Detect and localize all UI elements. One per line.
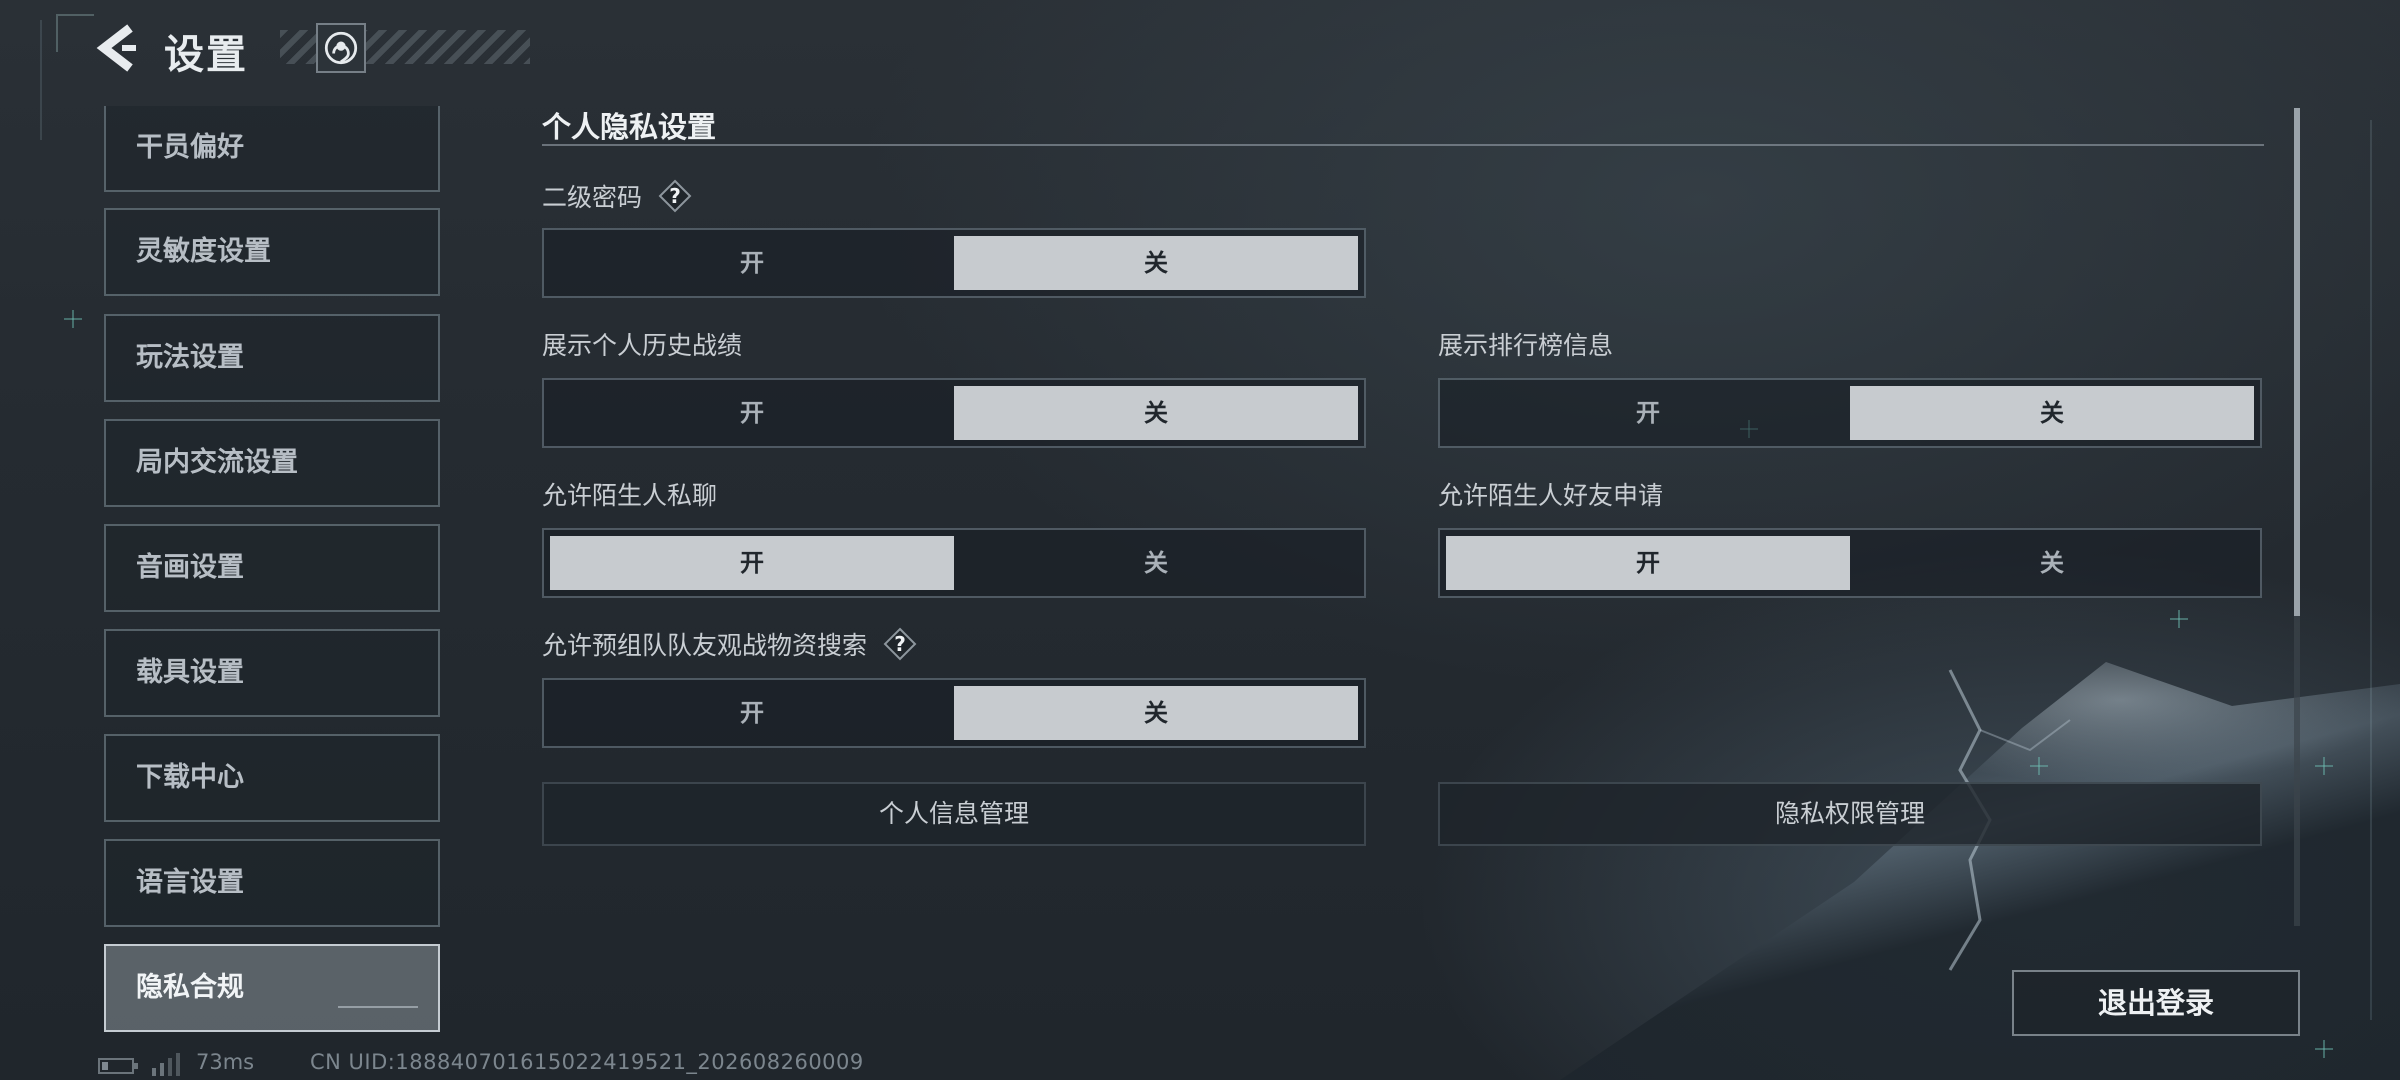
avatar-icon[interactable] <box>316 23 366 73</box>
page-title: 设置 <box>164 32 248 78</box>
header-corner-frame <box>56 14 94 52</box>
toggle-on-option[interactable]: 开 <box>1446 536 1850 590</box>
toggle-on-option[interactable]: 开 <box>550 386 954 440</box>
toggle-on-option[interactable]: 开 <box>1446 386 1850 440</box>
sidebar-item-label: 灵敏度设置 <box>136 236 271 267</box>
toggle-on-option[interactable]: 开 <box>550 686 954 740</box>
personal-info-management-button[interactable]: 个人信息管理 <box>542 782 1366 846</box>
signal-icon <box>152 1053 180 1076</box>
sidebar-item-label: 局内交流设置 <box>136 447 298 478</box>
deco-line <box>2370 120 2372 1020</box>
setting-label-text: 允许预组队队友观战物资搜索 <box>542 631 868 660</box>
setting-label-text: 二级密码 <box>542 183 643 212</box>
ping-value: 73ms <box>196 1050 255 1074</box>
sidebar-item-vehicle[interactable]: 载具设置 <box>104 629 440 717</box>
active-indicator <box>338 1006 418 1008</box>
uid-text: CN UID:18884070161502241​9521_2026082600… <box>310 1050 864 1074</box>
sidebar-item-label: 音画设置 <box>136 552 244 583</box>
toggle-off-option[interactable]: 关 <box>954 236 1358 290</box>
sidebar-item-download-center[interactable]: 下载中心 <box>104 734 440 822</box>
deco-cross <box>2315 1040 2333 1058</box>
stranger-friend-request-toggle: 开 关 <box>1438 528 2262 598</box>
toggle-off-option[interactable]: 关 <box>954 386 1358 440</box>
toggle-on-option[interactable]: 开 <box>550 236 954 290</box>
team-watch-search-label: 允许预组队队友观战物资搜索? <box>542 626 917 664</box>
privacy-permissions-management-button[interactable]: 隐私权限管理 <box>1438 782 2262 846</box>
show-history-label: 展示个人历史战绩 <box>542 331 743 360</box>
help-icon[interactable]: ? <box>883 627 917 661</box>
stranger-chat-toggle: 开 关 <box>542 528 1366 598</box>
show-leaderboard-label: 展示排行榜信息 <box>1438 331 1614 360</box>
show-history-toggle: 开 关 <box>542 378 1366 448</box>
show-leaderboard-toggle: 开 关 <box>1438 378 2262 448</box>
sidebar-item-privacy-compliance[interactable]: 隐私合规 <box>104 944 440 1032</box>
scrollbar[interactable] <box>2294 108 2300 926</box>
deco-cross <box>64 310 82 328</box>
scrollbar-thumb[interactable] <box>2294 108 2300 616</box>
svg-text:?: ? <box>894 632 906 656</box>
sidebar-item-in-game-communication[interactable]: 局内交流设置 <box>104 419 440 507</box>
sidebar-item-operator-preferences[interactable]: 干员偏好 <box>104 106 440 192</box>
section-divider <box>542 144 2264 146</box>
battery-icon <box>98 1058 138 1074</box>
sidebar-item-label: 隐私合规 <box>136 972 244 1003</box>
toggle-on-option[interactable]: 开 <box>550 536 954 590</box>
svg-text:?: ? <box>669 184 681 208</box>
secondary-password-label: 二级密码? <box>542 178 692 216</box>
help-icon[interactable]: ? <box>658 179 692 213</box>
sidebar-item-label: 玩法设置 <box>136 342 244 373</box>
sidebar-item-label: 干员偏好 <box>136 132 244 163</box>
section-title: 个人隐私设置 <box>542 110 717 144</box>
deco-cross <box>2315 757 2333 775</box>
sidebar-item-sensitivity[interactable]: 灵敏度设置 <box>104 208 440 296</box>
sidebar-item-label: 载具设置 <box>136 657 244 688</box>
toggle-off-option[interactable]: 关 <box>1850 386 2254 440</box>
settings-panel: 个人隐私设置 二级密码? 开 关 展示个人历史战绩 开 关 展示排行榜信息 开 … <box>542 104 2264 930</box>
toggle-off-option[interactable]: 关 <box>954 536 1358 590</box>
sidebar-item-audio-video[interactable]: 音画设置 <box>104 524 440 612</box>
sidebar-item-label: 下载中心 <box>136 762 244 793</box>
stranger-friend-request-label: 允许陌生人好友申请 <box>1438 481 1664 510</box>
toggle-off-option[interactable]: 关 <box>954 686 1358 740</box>
secondary-password-toggle: 开 关 <box>542 228 1366 298</box>
stranger-chat-label: 允许陌生人私聊 <box>542 481 718 510</box>
logout-button[interactable]: 退出登录 <box>2012 970 2300 1036</box>
toggle-off-option[interactable]: 关 <box>1850 536 2254 590</box>
header: 设置 <box>0 0 560 100</box>
sidebar-item-label: 语言设置 <box>136 867 244 898</box>
team-watch-search-toggle: 开 关 <box>542 678 1366 748</box>
back-arrow-icon[interactable] <box>96 22 142 74</box>
sidebar-item-language[interactable]: 语言设置 <box>104 839 440 927</box>
sidebar-item-gameplay[interactable]: 玩法设置 <box>104 314 440 402</box>
